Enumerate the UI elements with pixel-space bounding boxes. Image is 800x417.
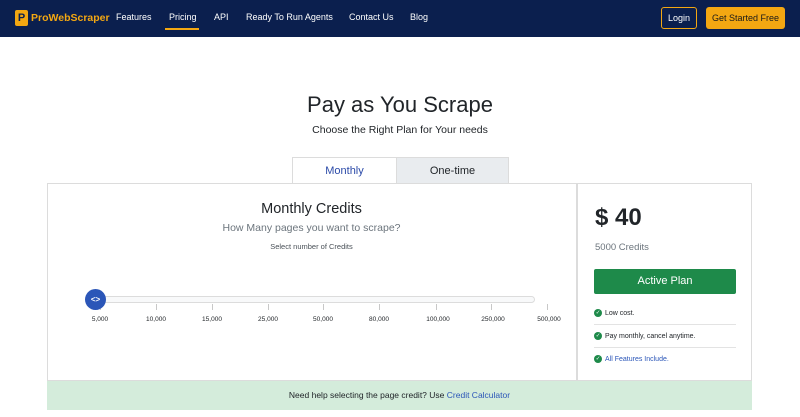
credits-slider-track[interactable] <box>95 296 535 303</box>
slider-tick <box>436 304 437 310</box>
nav-item-ready-to-run-agents[interactable]: Ready To Run Agents <box>246 12 333 22</box>
page-subtitle: Choose the Right Plan for Your needs <box>312 124 488 136</box>
tab-one-time[interactable]: One-time <box>397 157 509 184</box>
logo[interactable]: P ProWebScraper <box>15 10 110 26</box>
nav-item-features[interactable]: Features <box>116 12 152 22</box>
logo-text: ProWebScraper <box>31 12 110 24</box>
feature-label: All Features Include. <box>605 355 669 363</box>
get-started-button[interactable]: Get Started Free <box>706 7 785 29</box>
slider-tick <box>212 304 213 310</box>
slider-tick-label: 50,000 <box>313 316 333 323</box>
nav-item-api[interactable]: API <box>214 12 229 22</box>
active-plan-button[interactable]: Active Plan <box>594 269 736 294</box>
help-bar: Need help selecting the page credit? Use… <box>47 381 752 410</box>
plan-credits: 5000 Credits <box>595 242 649 253</box>
plan-price: $ 40 <box>595 204 642 231</box>
slider-tick <box>379 304 380 310</box>
slider-tick-label: 100,000 <box>426 316 450 323</box>
slider-tick-label: 25,000 <box>258 316 278 323</box>
credits-title: Monthly Credits <box>261 201 362 217</box>
feature-item: ✓ Low cost. <box>594 309 635 317</box>
slider-tick-label: 5,000 <box>91 316 109 323</box>
feature-label: Low cost. <box>605 309 635 317</box>
top-navbar: P ProWebScraper Features Pricing API Rea… <box>0 0 800 37</box>
logo-mark-icon: P <box>15 10 28 26</box>
page-title: Pay as You Scrape <box>307 92 493 117</box>
tab-monthly[interactable]: Monthly <box>292 157 397 184</box>
check-circle-icon: ✓ <box>594 332 602 340</box>
slider-tick <box>156 304 157 310</box>
slider-tick <box>547 304 548 310</box>
check-circle-icon: ✓ <box>594 355 602 363</box>
feature-divider <box>594 324 736 325</box>
slider-tick-label: 15,000 <box>202 316 222 323</box>
credits-subtitle: How Many pages you want to scrape? <box>222 222 401 234</box>
slider-tick-label: 10,000 <box>146 316 166 323</box>
slider-tick <box>268 304 269 310</box>
help-text: Need help selecting the page credit? Use <box>288 390 445 400</box>
nav-item-contact-us[interactable]: Contact Us <box>349 12 394 22</box>
slider-tick-label: 500,000 <box>537 316 561 323</box>
credit-calculator-link[interactable]: Credit Calculator <box>447 390 510 400</box>
active-nav-indicator <box>165 28 199 30</box>
feature-label: Pay monthly, cancel anytime. <box>605 332 696 340</box>
credits-select-label: Select number of Credits <box>270 242 353 251</box>
slider-tick <box>323 304 324 310</box>
slider-tick <box>491 304 492 310</box>
check-circle-icon: ✓ <box>594 309 602 317</box>
feature-item-link[interactable]: ✓ All Features Include. <box>594 355 669 363</box>
slider-tick-label: 80,000 <box>369 316 389 323</box>
slider-tick-label: 250,000 <box>481 316 505 323</box>
feature-item: ✓ Pay monthly, cancel anytime. <box>594 332 696 340</box>
nav-item-blog[interactable]: Blog <box>410 12 428 22</box>
feature-divider <box>594 347 736 348</box>
login-button[interactable]: Login <box>661 7 697 29</box>
slider-handle-icon[interactable]: <> <box>85 289 106 310</box>
nav-item-pricing[interactable]: Pricing <box>169 12 197 22</box>
